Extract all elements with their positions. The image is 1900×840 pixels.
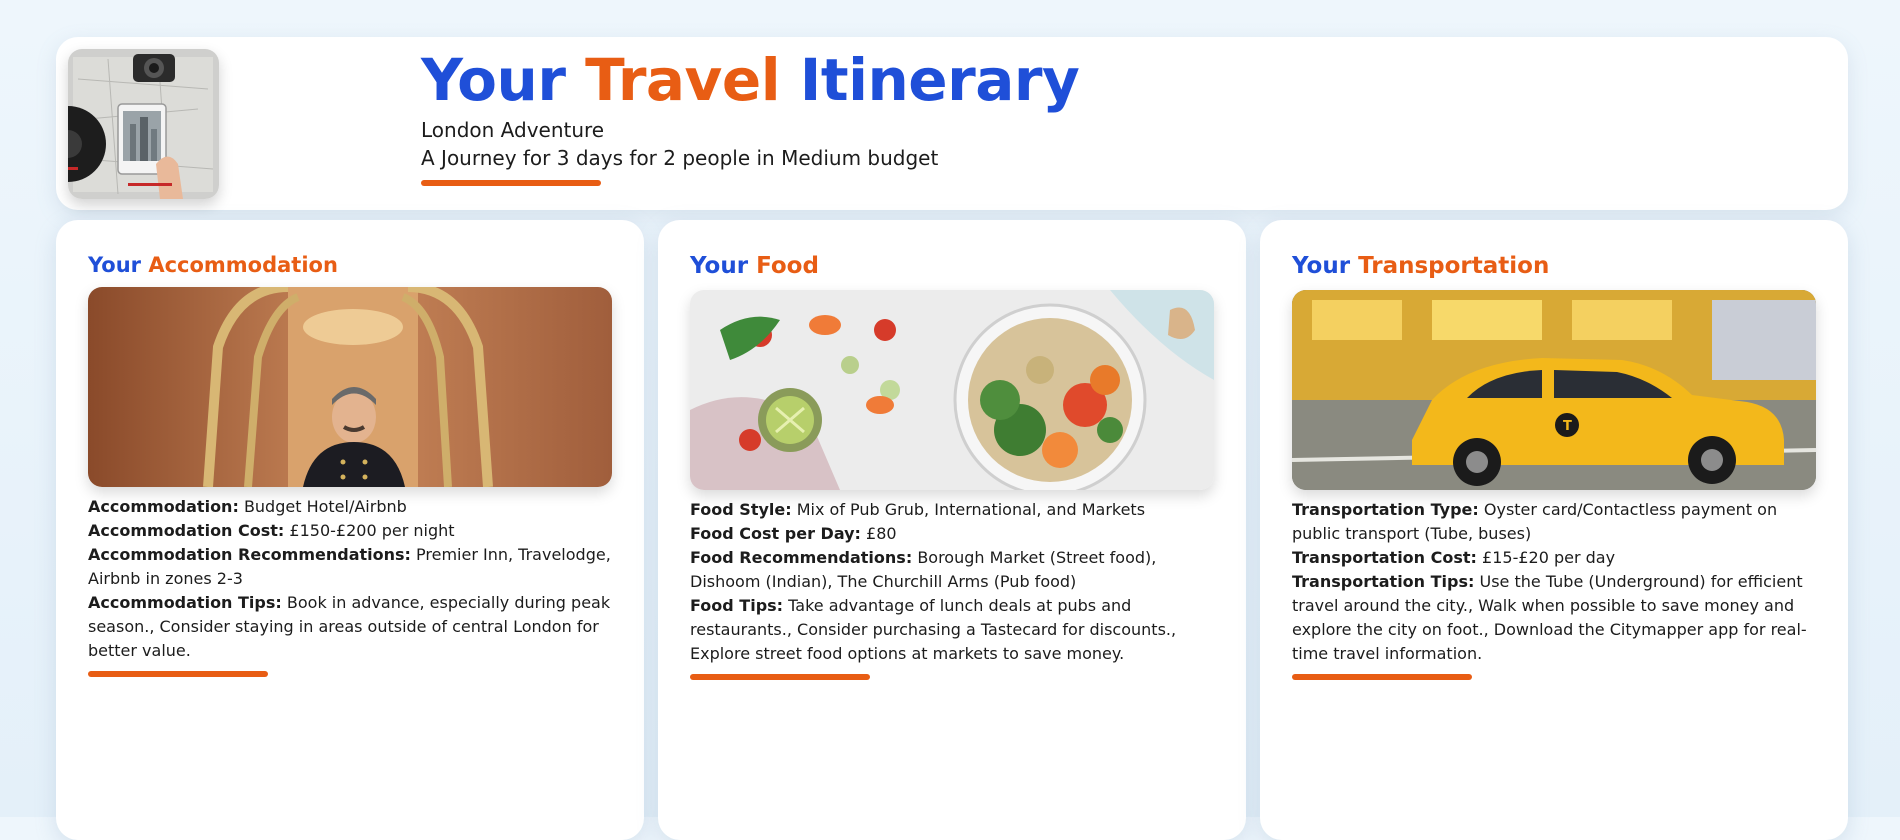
travel-map-camera-image <box>68 49 219 199</box>
title-word-your: Your <box>421 46 566 114</box>
title-word-travel: Travel <box>585 46 781 114</box>
detail-row: Food Tips: Take advantage of lunch deals… <box>690 594 1214 666</box>
detail-row: Transportation Tips: Use the Tube (Under… <box>1292 570 1816 666</box>
header-accent-underline <box>421 179 601 186</box>
detail-row: Food Cost per Day: £80 <box>690 522 1214 546</box>
detail-row: Accommodation Cost: £150-£200 per night <box>88 519 612 543</box>
itinerary-header: Your Travel Itinerary London Adventure A… <box>56 37 1848 210</box>
detail-label: Food Recommendations: <box>690 548 913 567</box>
hotel-bellhop-image <box>88 287 612 487</box>
card-title-topic: Transportation <box>1358 253 1550 279</box>
detail-value: Budget Hotel/Airbnb <box>243 497 407 516</box>
detail-label: Accommodation Cost: <box>88 521 285 540</box>
detail-label: Food Style: <box>690 500 792 519</box>
detail-label: Accommodation Recommendations: <box>88 545 411 564</box>
detail-label: Transportation Cost: <box>1292 548 1477 567</box>
card-title-topic: Accommodation <box>148 253 338 277</box>
detail-value: Mix of Pub Grub, International, and Mark… <box>796 500 1146 519</box>
detail-label: Food Tips: <box>690 596 784 615</box>
transportation-card-title: Your Transportation <box>1292 253 1816 279</box>
yellow-taxi-image: T <box>1292 290 1816 490</box>
detail-value: £150-£200 per night <box>289 521 455 540</box>
detail-label: Transportation Type: <box>1292 500 1479 519</box>
detail-row: Transportation Type: Oyster card/Contact… <box>1292 498 1816 546</box>
detail-row: Accommodation: Budget Hotel/Airbnb <box>88 495 612 519</box>
detail-row: Food Style: Mix of Pub Grub, Internation… <box>690 498 1214 522</box>
transportation-card: Your Transportation T Transportation Typ… <box>1260 220 1848 840</box>
salad-bowl-image <box>690 290 1214 490</box>
detail-label: Accommodation Tips: <box>88 593 282 612</box>
card-title-prefix: Your <box>88 253 142 277</box>
detail-label: Transportation Tips: <box>1292 572 1475 591</box>
food-details: Food Style: Mix of Pub Grub, Internation… <box>690 498 1214 666</box>
detail-value: £80 <box>866 524 897 543</box>
svg-text:T: T <box>1563 419 1572 434</box>
title-word-itinerary: Itinerary <box>799 46 1080 114</box>
card-title-prefix: Your <box>690 253 749 279</box>
card-title-topic: Food <box>756 253 819 279</box>
transportation-details: Transportation Type: Oyster card/Contact… <box>1292 498 1816 666</box>
detail-label: Food Cost per Day: <box>690 524 861 543</box>
food-card: Your Food Food Style: Mix of Pub Grub, I… <box>658 220 1246 840</box>
detail-row: Transportation Cost: £15-£20 per day <box>1292 546 1816 570</box>
detail-label: Accommodation: <box>88 497 239 516</box>
food-card-title: Your Food <box>690 253 1214 279</box>
detail-row: Accommodation Recommendations: Premier I… <box>88 543 612 591</box>
accommodation-details: Accommodation: Budget Hotel/Airbnb Accom… <box>88 495 612 663</box>
header-text-block: Your Travel Itinerary London Adventure A… <box>421 46 1080 186</box>
accommodation-card-title: Your Accommodation <box>88 253 612 277</box>
detail-row: Food Recommendations: Borough Market (St… <box>690 546 1214 594</box>
detail-row: Accommodation Tips: Book in advance, esp… <box>88 591 612 663</box>
card-accent-underline <box>690 674 870 680</box>
accommodation-card: Your Accommodation Accommodation: Budget… <box>56 220 644 840</box>
card-accent-underline <box>88 671 268 677</box>
trip-summary: A Journey for 3 days for 2 people in Med… <box>421 145 939 170</box>
page-title: Your Travel Itinerary <box>421 46 1080 114</box>
detail-value: £15-£20 per day <box>1482 548 1616 567</box>
trip-name: London Adventure <box>421 117 605 142</box>
card-title-prefix: Your <box>1292 253 1351 279</box>
card-accent-underline <box>1292 674 1472 680</box>
